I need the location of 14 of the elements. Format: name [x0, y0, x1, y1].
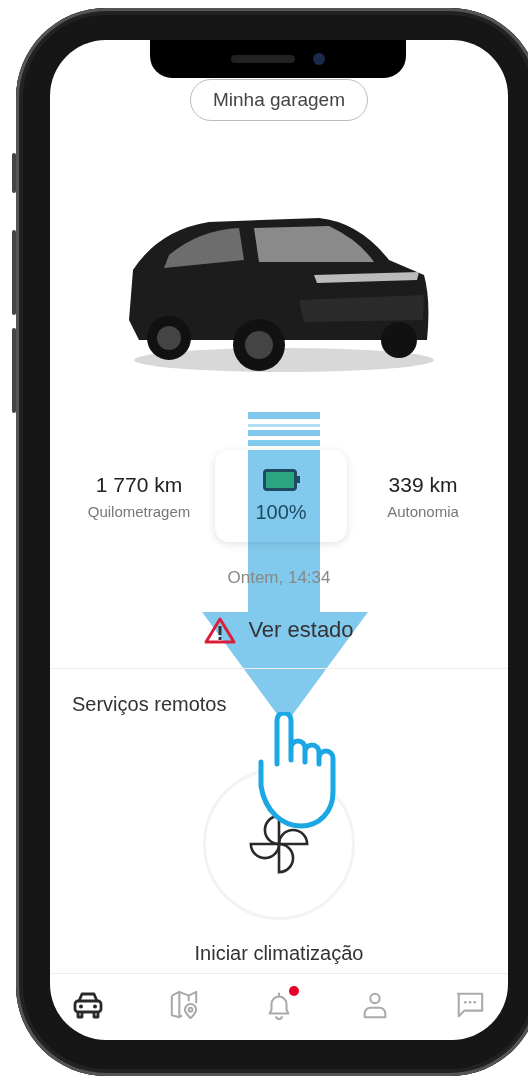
chat-icon	[454, 990, 486, 1020]
range-label: Autonomia	[387, 502, 459, 520]
climate-label: Iniciar climatização	[194, 942, 364, 965]
section-title: Serviços remotos	[72, 693, 227, 716]
battery-percentage: 100%	[255, 500, 307, 524]
mileage-value: 1 770 km	[95, 472, 183, 497]
battery-icon	[262, 468, 300, 491]
range-value: 339 km	[388, 472, 458, 497]
car-icon	[72, 990, 104, 1020]
mileage-label: Quilometragem	[87, 502, 191, 520]
status-link[interactable]: Ver estado	[248, 617, 354, 643]
warning-icon	[204, 616, 237, 644]
fan-icon	[249, 814, 309, 874]
garage-button[interactable]: Minha garagem	[190, 79, 368, 121]
